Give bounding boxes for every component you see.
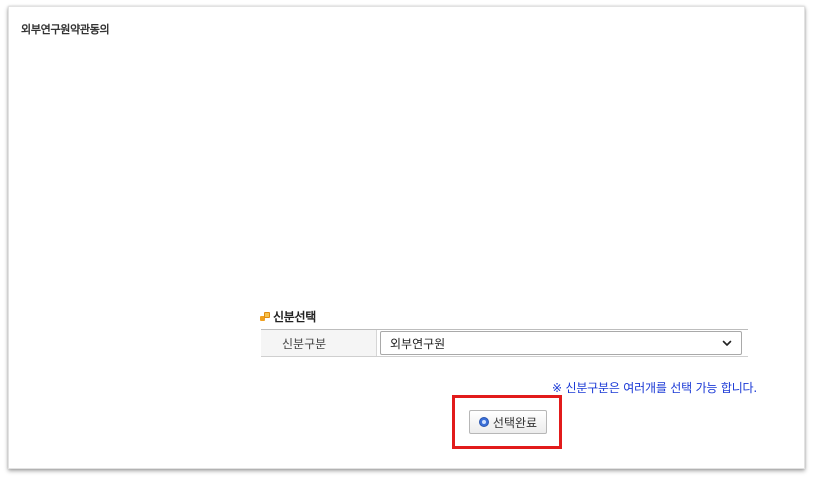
identity-type-cell: 외부연구원	[377, 330, 748, 356]
identity-form-table: 신분구분 외부연구원	[261, 329, 748, 357]
circle-dot-icon	[478, 417, 489, 427]
selection-complete-button[interactable]: 선택완료	[469, 410, 547, 434]
identity-type-select[interactable]: 외부연구원	[380, 331, 742, 355]
section-bullet-icon	[260, 311, 270, 322]
identity-type-label: 신분구분	[261, 330, 377, 356]
page-title: 외부연구원약관동의	[21, 23, 110, 36]
chevron-down-icon	[722, 340, 732, 346]
identity-section-header: 신분선택	[260, 308, 316, 325]
identity-section-title: 신분선택	[273, 310, 316, 324]
selection-complete-label: 선택완료	[492, 415, 538, 430]
identity-type-selected-value: 외부연구원	[390, 336, 446, 351]
main-panel: 외부연구원약관동의	[8, 6, 805, 469]
multi-select-notice: ※ 신분구분은 여러개를 선택 가능 합니다.	[552, 381, 757, 395]
